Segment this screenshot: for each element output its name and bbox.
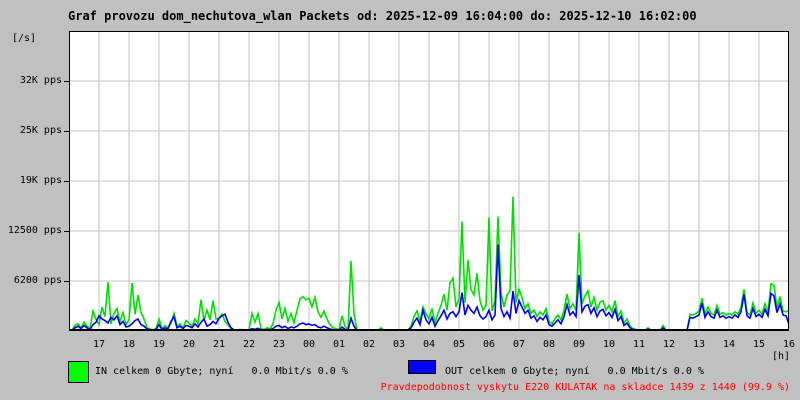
y-axis-label: 19K pps: [0, 175, 62, 186]
x-axis-label: 01: [326, 339, 352, 350]
x-axis-label: 02: [356, 339, 382, 350]
in-legend-swatch: [68, 361, 89, 383]
x-axis-label: 20: [176, 339, 202, 350]
y-axis-tick: [64, 231, 69, 232]
y-axis-tick: [64, 181, 69, 182]
x-axis-label: 13: [686, 339, 712, 350]
x-axis-label: 08: [536, 339, 562, 350]
x-axis-label: 03: [386, 339, 412, 350]
x-axis-label: 00: [296, 339, 322, 350]
x-axis-label: 12: [656, 339, 682, 350]
in-legend-label: IN celkem 0 Gbyte; nyní 0.0 Mbit/s 0.0 %: [95, 366, 348, 377]
out-legend-label: OUT celkem 0 Gbyte; nyní 0.0 Mbit/s 0.0 …: [445, 366, 704, 377]
y-axis-unit-label: [/s]: [12, 33, 36, 44]
x-axis-label: 21: [206, 339, 232, 350]
chart-title: Graf provozu dom_nechutova_wlan Packets …: [68, 9, 697, 23]
x-axis-label: 17: [86, 339, 112, 350]
y-axis-label: 32K pps: [0, 75, 62, 86]
x-axis-label: 22: [236, 339, 262, 350]
plot-area: [69, 31, 789, 331]
x-axis-label: 15: [746, 339, 772, 350]
x-axis-label: 09: [566, 339, 592, 350]
out-legend-swatch: [408, 360, 436, 374]
x-axis-label: 23: [266, 339, 292, 350]
x-axis-label: 05: [446, 339, 472, 350]
mrtg-traffic-window: { "title": "Graf provozu dom_nechutova_w…: [0, 0, 800, 400]
x-axis-label: 19: [146, 339, 172, 350]
traffic-chart: [69, 31, 789, 331]
x-axis-unit-label: [h]: [772, 351, 790, 362]
x-axis-label: 07: [506, 339, 532, 350]
x-axis-label: 11: [626, 339, 652, 350]
y-axis-tick: [64, 81, 69, 82]
stock-probability-warning: Pravdepodobnost vyskytu E220 KULATAK na …: [381, 382, 790, 393]
y-axis-tick: [64, 281, 69, 282]
y-axis-tick: [64, 131, 69, 132]
x-axis-label: 14: [716, 339, 742, 350]
x-axis-label: 16: [776, 339, 800, 350]
y-axis-label: 12500 pps: [0, 225, 62, 236]
y-axis-label: 6200 pps: [0, 275, 62, 286]
x-axis-label: 04: [416, 339, 442, 350]
x-axis-label: 06: [476, 339, 502, 350]
x-axis-label: 18: [116, 339, 142, 350]
x-axis-label: 10: [596, 339, 622, 350]
y-axis-label: 25K pps: [0, 125, 62, 136]
